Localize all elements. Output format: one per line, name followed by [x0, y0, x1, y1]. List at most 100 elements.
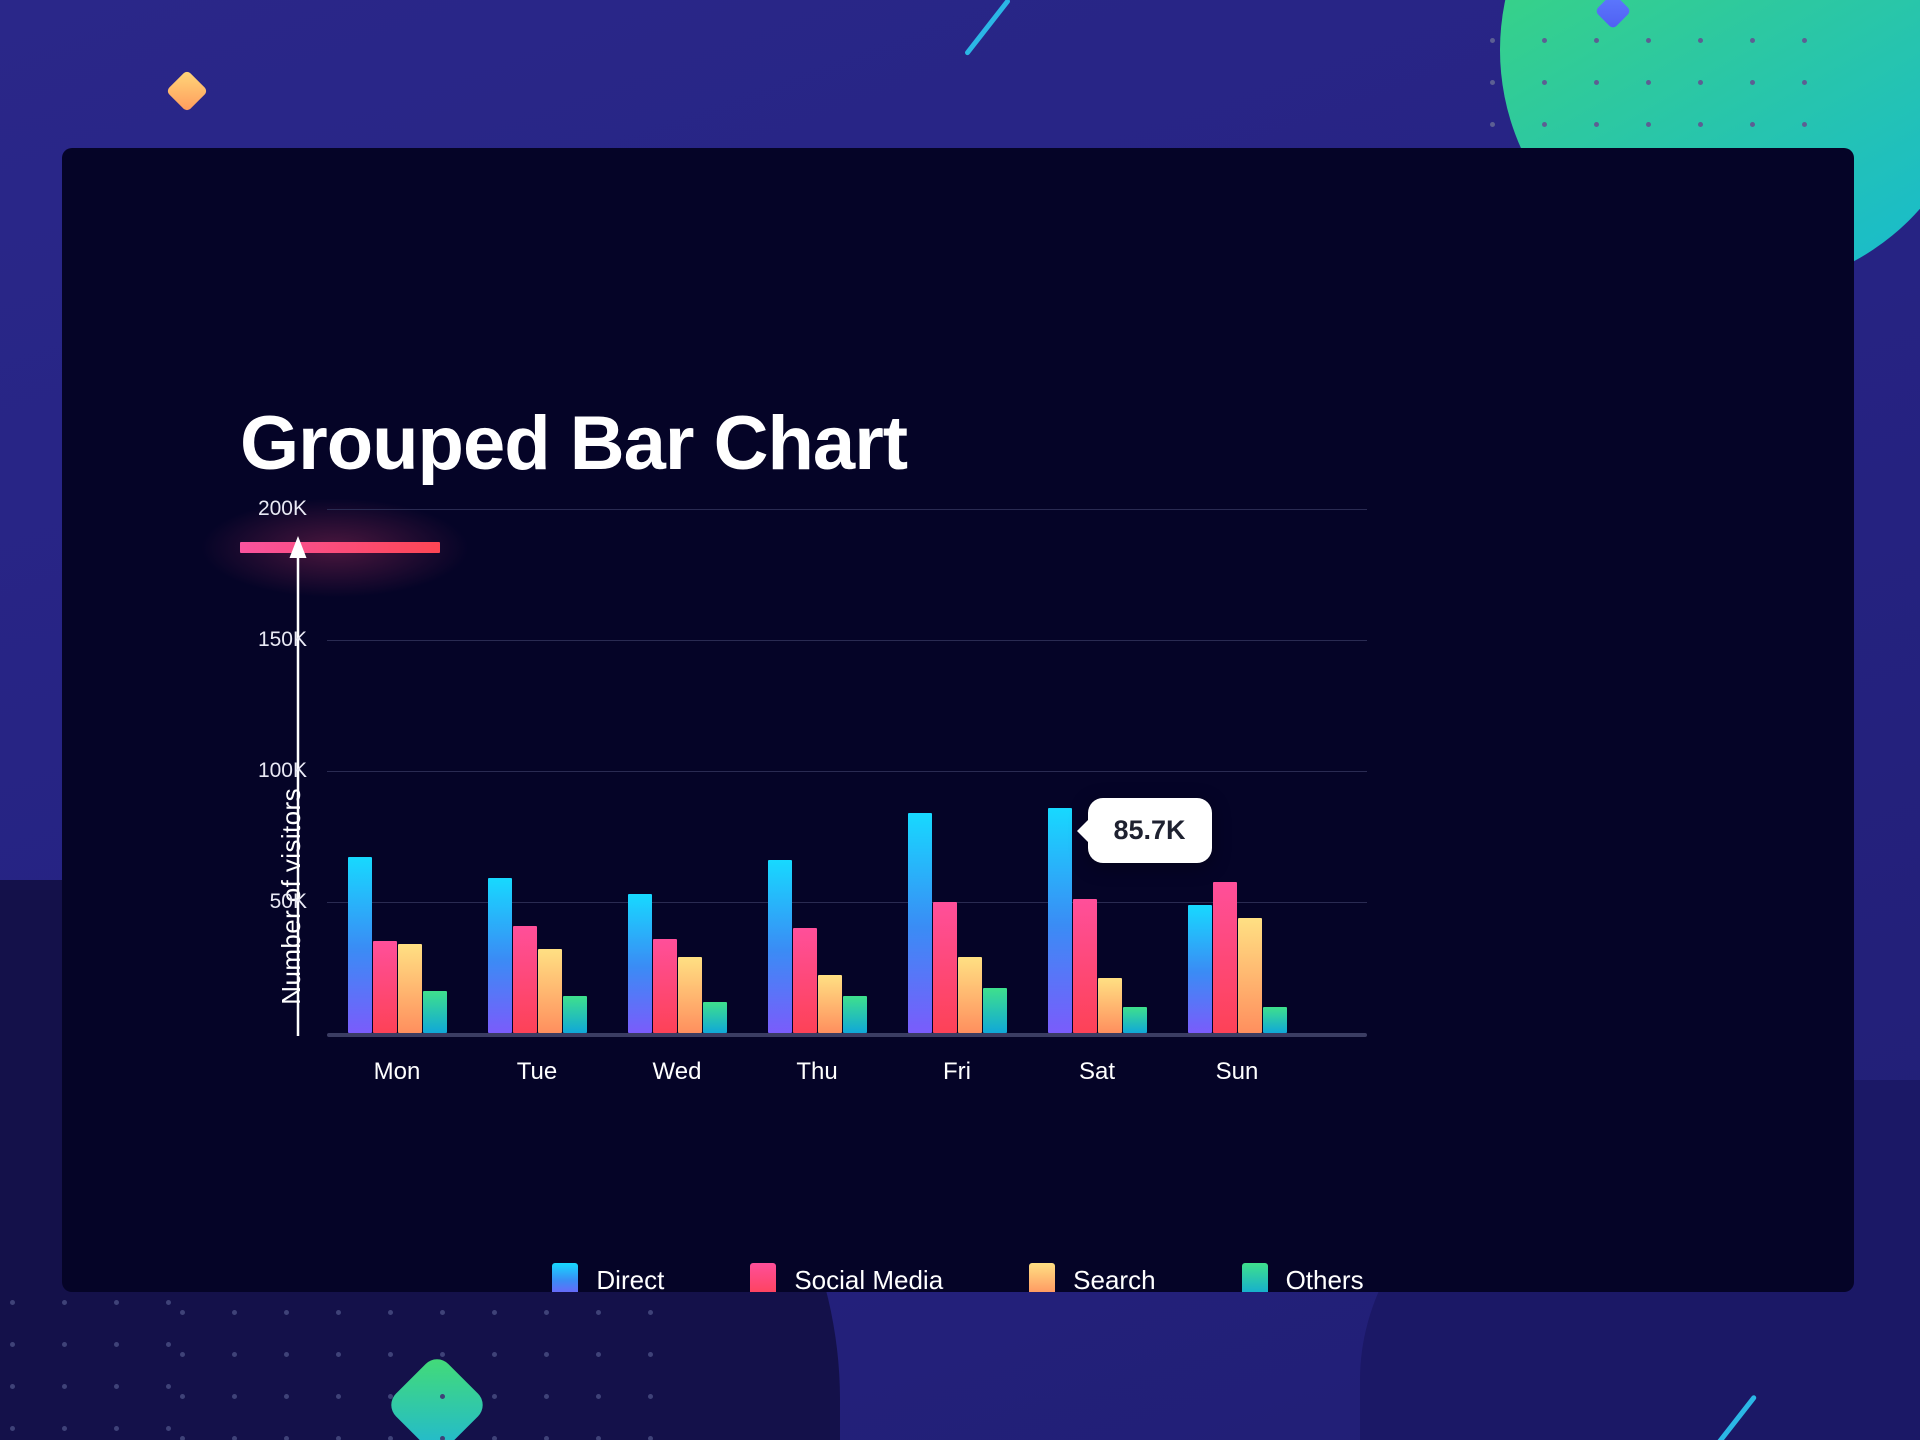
decorative-dot — [1490, 80, 1495, 85]
legend-item-others[interactable]: Others — [1241, 1263, 1364, 1292]
decorative-dot — [1594, 122, 1599, 127]
decorative-dot — [492, 1394, 497, 1399]
decorative-dot — [1802, 122, 1807, 127]
decorative-dot — [492, 1352, 497, 1357]
decorative-dot — [492, 1436, 497, 1440]
bar-social[interactable] — [1212, 882, 1237, 1033]
bar-search[interactable] — [817, 975, 842, 1033]
decorative-dot — [596, 1310, 601, 1315]
decorative-dot — [492, 1310, 497, 1315]
bar-direct[interactable] — [1187, 904, 1212, 1033]
decorative-dot — [440, 1310, 445, 1315]
decorative-dot — [336, 1310, 341, 1315]
bar-others[interactable] — [982, 988, 1007, 1033]
legend-swatch-direct-icon — [552, 1263, 579, 1292]
bar-group — [767, 860, 867, 1033]
bar-search[interactable] — [537, 949, 562, 1033]
legend-label: Direct — [596, 1264, 665, 1293]
decorative-dot — [596, 1436, 601, 1440]
decorative-dot — [62, 1384, 67, 1389]
decorative-dot — [166, 1342, 171, 1347]
decorative-dot — [180, 1352, 185, 1357]
bar-others[interactable] — [1122, 1006, 1147, 1033]
legend-item-social[interactable]: Social Media — [750, 1263, 943, 1292]
chart-card: Grouped Bar Chart Number of visitors 50K… — [62, 148, 1854, 1292]
decorative-dot — [62, 1426, 67, 1431]
decorative-dot — [1646, 122, 1651, 127]
decorative-dot — [180, 1394, 185, 1399]
decorative-dot — [284, 1436, 289, 1440]
bar-social[interactable] — [652, 938, 677, 1033]
bar-social[interactable] — [932, 902, 957, 1033]
decorative-dot — [1802, 38, 1807, 43]
bar-others[interactable] — [422, 991, 447, 1033]
decorative-dot — [388, 1394, 393, 1399]
decorative-dot — [544, 1394, 549, 1399]
decorative-dot — [114, 1384, 119, 1389]
decorative-dot — [232, 1436, 237, 1440]
decorative-dot — [1490, 122, 1495, 127]
decorative-dot — [440, 1352, 445, 1357]
bar-direct[interactable] — [767, 860, 792, 1033]
decorative-dot — [648, 1352, 653, 1357]
decorative-dot — [114, 1300, 119, 1305]
decorative-dot — [180, 1436, 185, 1440]
chart-legend: Direct Social Media Search Others — [62, 1263, 1854, 1292]
data-tooltip[interactable]: 85.7K — [1087, 798, 1212, 864]
legend-swatch-social-icon — [750, 1263, 777, 1292]
bar-group — [1187, 882, 1287, 1033]
chart-plot-area — [327, 333, 1307, 1033]
decorative-dot — [1594, 80, 1599, 85]
decorative-dot — [166, 1300, 171, 1305]
bar-social[interactable] — [512, 925, 537, 1033]
decorative-dot — [1698, 38, 1703, 43]
decorative-dot — [1698, 122, 1703, 127]
decorative-dot — [1698, 80, 1703, 85]
grouped-bar-chart: Number of visitors 50K 100K 150K 200K Mon Tu… — [62, 148, 1854, 1292]
decorative-dot — [388, 1436, 393, 1440]
legend-item-search[interactable]: Search — [1029, 1263, 1156, 1292]
decorative-dot — [388, 1310, 393, 1315]
decorative-dot — [544, 1310, 549, 1315]
bar-direct[interactable] — [487, 878, 512, 1033]
decorative-dot — [114, 1426, 119, 1431]
bar-search[interactable] — [1237, 917, 1262, 1033]
bar-group — [907, 812, 1007, 1033]
decorative-dot — [1646, 38, 1651, 43]
bar-direct[interactable] — [347, 857, 372, 1033]
decorative-dot — [114, 1342, 119, 1347]
bar-direct[interactable] — [627, 894, 652, 1033]
y-axis-tick-label: 200K — [257, 497, 307, 520]
bar-others[interactable] — [702, 1001, 727, 1033]
bar-social[interactable] — [372, 941, 397, 1033]
decorative-dot — [232, 1352, 237, 1357]
decorative-dot — [284, 1352, 289, 1357]
decorative-dot — [1490, 38, 1495, 43]
bar-direct[interactable] — [1047, 808, 1072, 1033]
decorative-dot — [62, 1342, 67, 1347]
legend-label: Social Media — [794, 1264, 944, 1293]
legend-item-direct[interactable]: Direct — [552, 1263, 664, 1292]
legend-swatch-search-icon — [1029, 1263, 1056, 1292]
decorative-dot — [1750, 122, 1755, 127]
bar-search[interactable] — [677, 957, 702, 1033]
decorative-dot — [166, 1426, 171, 1431]
decorative-dot — [440, 1436, 445, 1440]
bar-search[interactable] — [1097, 977, 1122, 1033]
decorative-dot — [180, 1310, 185, 1315]
bar-others[interactable] — [1262, 1006, 1287, 1033]
bar-social[interactable] — [1072, 899, 1097, 1033]
bar-others[interactable] — [842, 996, 867, 1033]
bar-search[interactable] — [957, 957, 982, 1033]
decorative-dot — [1594, 38, 1599, 43]
bar-others[interactable] — [562, 996, 587, 1033]
decorative-dot — [10, 1342, 15, 1347]
decorative-dot — [648, 1436, 653, 1440]
bar-search[interactable] — [397, 943, 422, 1033]
decorative-dot — [10, 1426, 15, 1431]
decorative-dot — [596, 1394, 601, 1399]
decorative-dot — [596, 1352, 601, 1357]
bar-direct[interactable] — [907, 812, 932, 1033]
bar-social[interactable] — [792, 928, 817, 1033]
x-axis-baseline — [327, 1033, 1367, 1037]
